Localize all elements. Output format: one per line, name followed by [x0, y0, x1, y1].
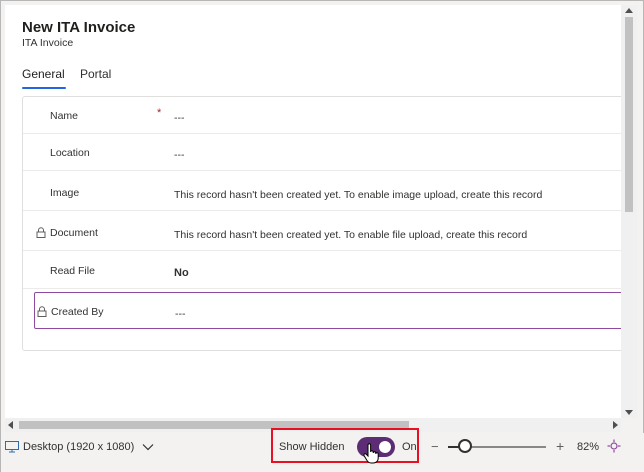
- scroll-right-arrow-icon[interactable]: [613, 421, 618, 429]
- toggle-knob: [379, 441, 391, 453]
- hand-cursor-icon: [363, 443, 379, 464]
- form-subtitle: ITA Invoice: [22, 37, 74, 49]
- field-label: Document: [50, 227, 98, 239]
- field-row-created-by[interactable]: Created By ---: [34, 292, 621, 329]
- lock-icon: [36, 227, 46, 238]
- app-window: New ITA Invoice ITA Invoice General Port…: [0, 0, 644, 472]
- field-value: This record hasn't been created yet. To …: [174, 189, 543, 201]
- field-row-image: Image This record hasn't been created ye…: [23, 174, 621, 211]
- bottom-status-bar: Desktop (1920 x 1080) Show Hidden On − +…: [1, 428, 644, 472]
- field-label: Name: [50, 110, 79, 122]
- show-hidden-label: Show Hidden: [279, 441, 345, 453]
- scroll-down-arrow-icon[interactable]: [625, 410, 633, 415]
- field-row-document: Document This record hasn't been created…: [23, 214, 621, 251]
- zoom-level: 82%: [577, 441, 600, 453]
- field-label: Created By: [51, 306, 104, 318]
- field-row-name[interactable]: Name * ---: [23, 97, 621, 134]
- field-row-read-file[interactable]: Read File No: [23, 252, 621, 289]
- device-label: Desktop (1920 x 1080): [23, 441, 135, 453]
- scroll-up-arrow-icon[interactable]: [625, 8, 633, 13]
- fit-to-screen-icon[interactable]: [607, 439, 621, 453]
- form-canvas: New ITA Invoice ITA Invoice General Port…: [5, 5, 621, 418]
- field-label: Image: [50, 187, 80, 199]
- form-title: New ITA Invoice: [22, 19, 136, 36]
- monitor-icon: [5, 441, 19, 453]
- device-selector[interactable]: Desktop (1920 x 1080): [5, 441, 154, 453]
- field-value[interactable]: ---: [174, 112, 185, 124]
- lock-icon: [37, 306, 47, 317]
- tab-general[interactable]: General: [22, 67, 65, 81]
- tab-portal[interactable]: Portal: [80, 67, 111, 81]
- field-value: This record hasn't been created yet. To …: [174, 229, 528, 241]
- toggle-state-label: On: [402, 441, 417, 453]
- vertical-scroll-thumb[interactable]: [625, 17, 633, 212]
- field-label: Read File: [50, 265, 95, 277]
- vertical-scrollbar[interactable]: [621, 5, 637, 418]
- zoom-slider-thumb[interactable]: [457, 439, 472, 453]
- field-label: Location: [50, 147, 90, 159]
- zoom-in-button[interactable]: +: [556, 438, 564, 454]
- zoom-out-button[interactable]: −: [431, 439, 439, 454]
- field-value[interactable]: ---: [174, 149, 185, 161]
- field-value: ---: [175, 308, 186, 320]
- required-asterisk: *: [157, 107, 162, 119]
- scroll-left-arrow-icon[interactable]: [8, 421, 13, 429]
- field-value[interactable]: No: [174, 267, 189, 279]
- form-section-card: Name * --- Location --- Image This recor…: [22, 96, 621, 351]
- field-row-location[interactable]: Location ---: [23, 134, 621, 171]
- active-tab-indicator: [22, 87, 66, 89]
- chevron-down-icon: [142, 444, 154, 451]
